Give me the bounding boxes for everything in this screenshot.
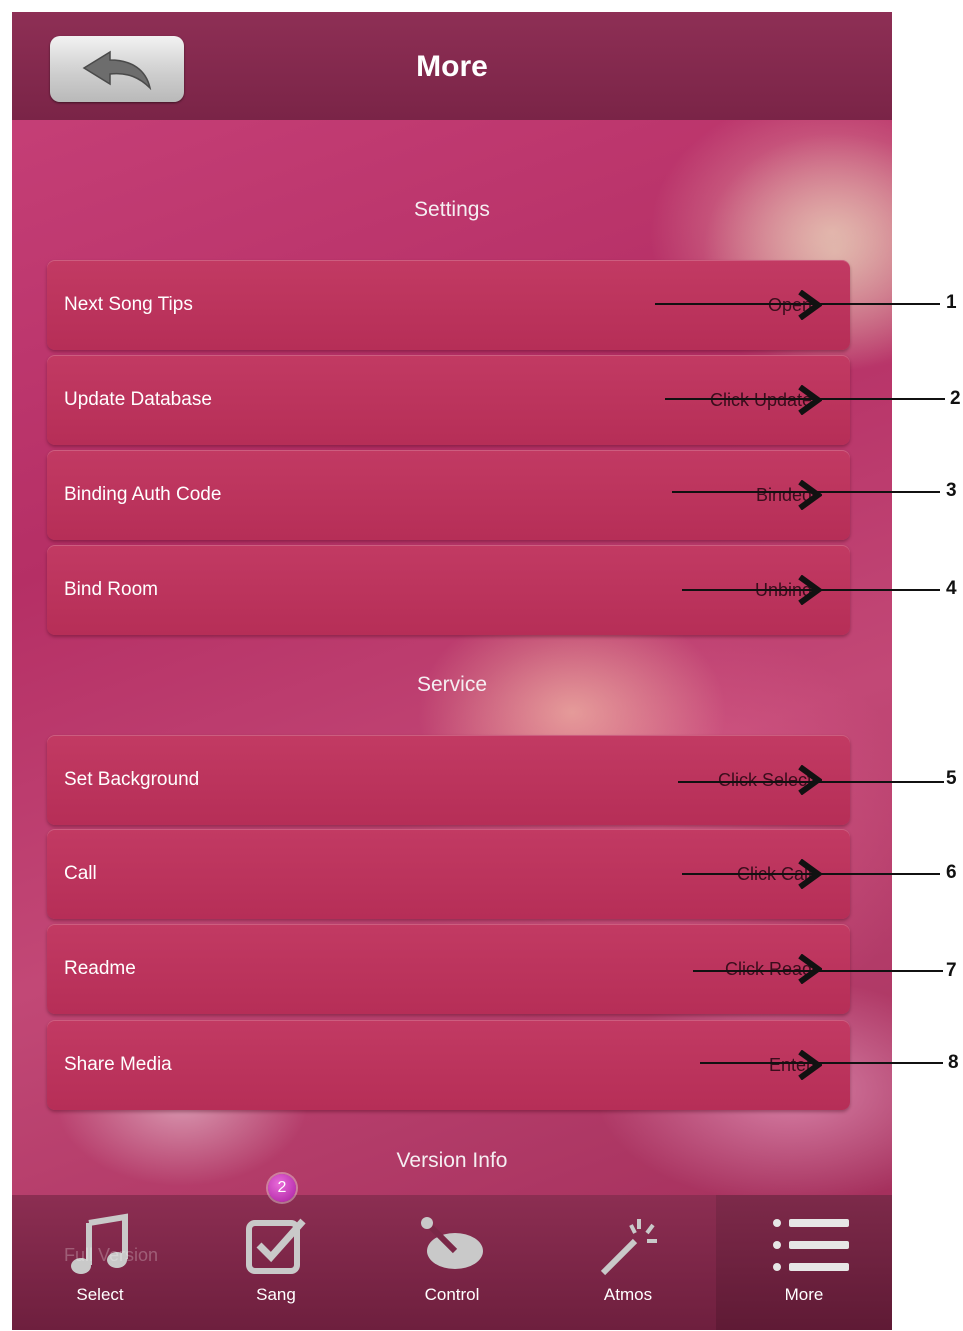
tab-label: Sang [256, 1285, 296, 1304]
callout-line-7 [693, 970, 943, 972]
callout-line-2 [665, 398, 945, 400]
row-set-background[interactable]: Set Background Click Select [47, 735, 850, 825]
row-value: Enter [768, 1055, 812, 1075]
app-screen: More Settings Next Song Tips Open Update… [12, 12, 892, 1330]
callout-number-5: 5 [946, 768, 957, 789]
callout-line-1 [655, 303, 940, 305]
callout-number-6: 6 [946, 862, 957, 883]
callout-line-6 [682, 873, 940, 875]
row-value: Click Select [717, 770, 812, 790]
sang-count-badge: 2 [268, 1174, 296, 1202]
checkbox-icon [246, 1218, 306, 1274]
tab-label: Atmos [603, 1285, 653, 1304]
control-icon [421, 1217, 483, 1269]
row-label: Readme [64, 958, 136, 979]
callout-line-4 [682, 589, 940, 591]
row-update-database[interactable]: Update Database Click Update [47, 355, 850, 445]
row-value: Open [767, 295, 812, 315]
row-value: Click Read [724, 959, 812, 979]
callout-number-7: 7 [946, 960, 957, 981]
callout-number-2: 2 [950, 388, 961, 409]
tab-label: Select [76, 1285, 124, 1304]
row-next-song-tips[interactable]: Next Song Tips Open [47, 260, 850, 350]
page-title: More [416, 50, 488, 83]
section-header-version-info: Version Info [396, 1149, 508, 1172]
row-value: Click Update [709, 390, 812, 410]
callout-number-8: 8 [948, 1052, 959, 1073]
row-label: Binding Auth Code [64, 484, 222, 505]
row-binding-auth-code[interactable]: Binding Auth Code Binded [47, 450, 850, 540]
magic-wand-icon [600, 1219, 657, 1276]
tab-atmos[interactable]: Atmos [540, 1195, 716, 1330]
callout-number-4: 4 [946, 578, 957, 599]
row-label: Call [64, 863, 97, 884]
section-header-settings: Settings [414, 198, 490, 221]
ghost-version-text: Full Version [64, 1245, 159, 1265]
row-label: Bind Room [64, 579, 158, 600]
callout-line-3 [672, 491, 940, 493]
row-label: Update Database [64, 389, 212, 410]
callout-line-5 [678, 781, 944, 783]
row-readme[interactable]: Readme Click Read [47, 924, 850, 1014]
chevron-right-icon [798, 1050, 822, 1080]
tab-sang[interactable]: Sang [188, 1195, 364, 1330]
row-value: Binded [755, 485, 812, 505]
chevron-right-icon [798, 480, 822, 510]
callout-number-3: 3 [946, 480, 957, 501]
tab-label: Control [424, 1285, 480, 1304]
tab-more[interactable]: More [716, 1195, 892, 1330]
tab-control[interactable]: Control [364, 1195, 540, 1330]
chevron-right-icon [798, 290, 822, 320]
callout-line-8 [700, 1062, 943, 1064]
chevron-right-icon [798, 385, 822, 415]
row-label: Set Background [64, 769, 200, 790]
row-share-media[interactable]: Share Media Enter [47, 1020, 850, 1110]
chevron-right-icon [798, 954, 822, 984]
chevron-right-icon [798, 765, 822, 795]
row-label: Share Media [64, 1054, 172, 1075]
row-label: Next Song Tips [64, 294, 193, 315]
tab-label: More [784, 1285, 824, 1304]
section-header-service: Service [416, 673, 488, 696]
callout-number-1: 1 [946, 292, 957, 313]
list-icon [773, 1219, 849, 1271]
top-bar: More [12, 12, 892, 120]
